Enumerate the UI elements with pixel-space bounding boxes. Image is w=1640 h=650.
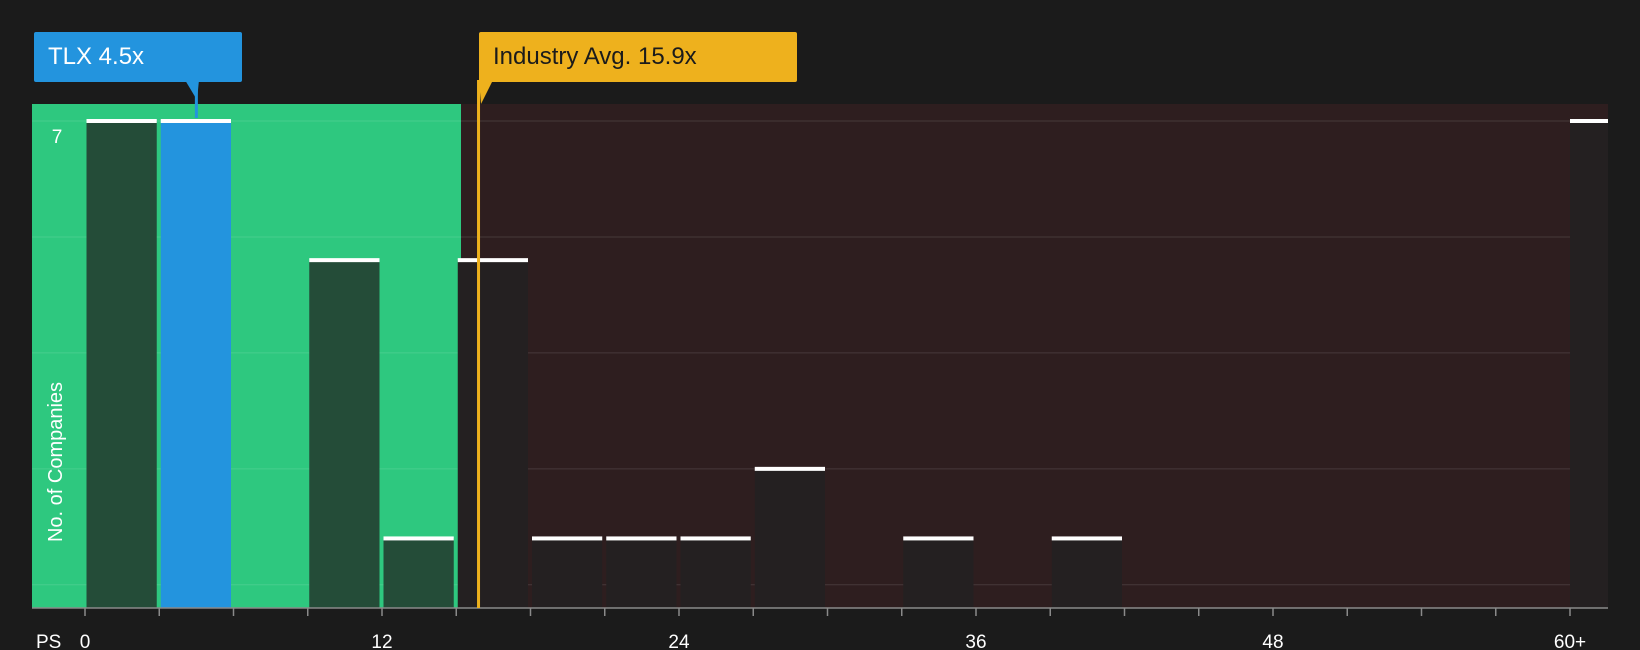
histogram-bar xyxy=(754,468,825,608)
x-tick-label: 0 xyxy=(80,632,91,650)
bar-cap xyxy=(754,466,825,471)
y-tick-label: 7 xyxy=(52,127,63,148)
industry-callout-tail xyxy=(479,80,493,104)
x-tick-label: 12 xyxy=(371,632,392,650)
y-axis-label: No. of Companies xyxy=(45,382,67,542)
x-axis xyxy=(32,607,1608,616)
industry-average-callout: Industry Avg. 15.9x xyxy=(479,32,797,82)
x-tick-label: 36 xyxy=(965,632,986,650)
overvalued-zone xyxy=(461,104,1608,608)
bar-cap xyxy=(86,119,157,123)
bar-cap xyxy=(532,536,603,541)
bar-cap xyxy=(1051,536,1122,541)
histogram-bar xyxy=(86,121,157,608)
ps-histogram-chart: 7 PS 0 12 24 36 48 60+ No. of Companies xyxy=(32,80,1608,650)
x-tick-labels: 0 12 24 36 48 60+ xyxy=(80,632,1586,650)
histogram-bar xyxy=(160,121,231,608)
histogram-bar xyxy=(1051,538,1122,608)
histogram-bar xyxy=(680,538,751,608)
histogram-bar xyxy=(903,538,974,608)
histogram-bar xyxy=(532,538,603,608)
x-tick-label: 24 xyxy=(668,632,690,650)
histogram-bar xyxy=(383,538,454,608)
company-callout: TLX 4.5x xyxy=(34,32,242,82)
bar-cap xyxy=(383,536,454,541)
bar-cap xyxy=(309,258,380,263)
bar-cap xyxy=(160,119,231,123)
histogram-bar xyxy=(457,260,528,608)
bar-cap xyxy=(680,536,751,541)
bar-cap xyxy=(606,536,677,541)
x-axis-label: PS xyxy=(36,632,61,650)
bar-cap xyxy=(903,536,974,541)
company-callout-tail xyxy=(185,80,199,100)
x-tick-label: 60+ xyxy=(1554,632,1586,650)
bar-cap xyxy=(457,258,528,263)
x-tick-label: 48 xyxy=(1262,632,1283,650)
histogram-bar xyxy=(309,260,380,608)
histogram-bar xyxy=(606,538,677,608)
histogram-bar xyxy=(1570,121,1608,608)
bar-cap xyxy=(1570,119,1608,123)
